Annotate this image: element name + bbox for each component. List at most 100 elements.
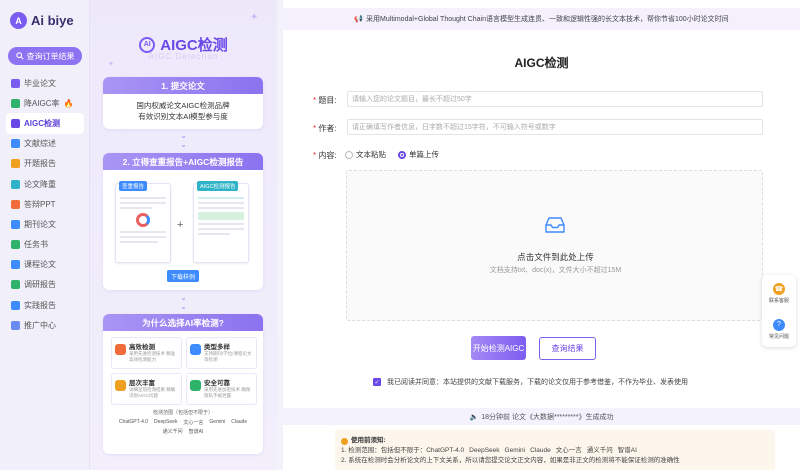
feature-icon — [115, 380, 126, 391]
contact-support-button[interactable]: ☎ 联系客服 — [762, 275, 796, 311]
feature-desc: 支持期刊/学位/课程论文等检测 — [204, 351, 252, 362]
sparkle-icon: ✦ — [108, 61, 114, 68]
sidebar-item[interactable]: 课程论文 — [6, 255, 84, 275]
title-label: * 题目: — [313, 96, 337, 105]
inbox-icon — [545, 217, 565, 233]
sidebar-item[interactable]: 任务书 — [6, 235, 84, 255]
promo-subtitle: AIGC Detection — [148, 52, 219, 61]
model-item: Claude — [231, 419, 248, 425]
sidebar-item-label: 答辩PPT — [24, 199, 56, 209]
nav-item-icon — [11, 320, 20, 330]
sidebar-item-label: 推广中心 — [24, 320, 56, 330]
sidebar-item-label: 期刊论文 — [24, 219, 56, 229]
sidebar-item-label: 调研报告 — [24, 280, 56, 290]
step-report-card: 2. 立得查重报告+AIGC检测报告 查重报告 + AIGC检测报告 下载样例 — [103, 153, 263, 290]
scope-title: 检测范围（包括但不限于） — [152, 410, 213, 416]
notice-line2: 2. 系统在检测时会分析论文的上下文关系，所以请您提交论文正文内容，如果是非正文… — [341, 457, 680, 464]
logo[interactable]: A Ai biye — [10, 12, 74, 29]
notice-model-list: ChatGPT-4.0 DeepSeek Gemini Claude 文心一言 通义千问智… — [426, 446, 637, 456]
feature-title: 类型多样 — [204, 344, 230, 351]
notice-model-item: 文心一言 — [555, 447, 582, 454]
ai-logo-icon: AI — [139, 36, 156, 53]
author-label: * 作者: — [313, 124, 337, 133]
feature-title: 层次丰富 — [129, 380, 155, 387]
download-sample-button[interactable]: 下载样例 — [167, 270, 199, 282]
sidebar-item[interactable]: 论文降重 — [6, 174, 84, 194]
floating-help-panel: ☎ 联系客服 ? 常见问题 — [762, 275, 796, 347]
content-label: * 内容: — [313, 151, 337, 160]
contact-support-label: 联系客服 — [768, 297, 789, 304]
sidebar-item-label: 开题报告 — [24, 159, 56, 169]
sidebar-item[interactable]: 答辩PPT — [6, 194, 84, 214]
megaphone-icon: 📢 — [354, 16, 364, 23]
notice-model-item: DeepSeek — [469, 447, 500, 454]
nav-item-icon — [11, 159, 20, 169]
step-submit-line1: 国内权威论文AIGC检测品牌 — [136, 101, 230, 110]
sidebar-item[interactable]: 开题报告 — [6, 154, 84, 174]
sidebar-item-label: 课程论文 — [24, 260, 56, 270]
promo-panel: ✦ ✦ AI AIGC检测 AIGC Detection 1. 提交论文 国内权… — [90, 0, 277, 470]
model-item: 智谱AI — [188, 429, 204, 435]
search-icon — [15, 52, 24, 60]
plagiarism-report-tag: 查重报告 — [119, 181, 148, 191]
sidebar-item[interactable]: AIGC检测 — [6, 113, 84, 134]
content-mode-radio[interactable]: 单篇上传 — [398, 149, 439, 160]
nav-item-icon — [11, 219, 20, 229]
step-submit-card: 1. 提交论文 国内权威论文AIGC检测品牌 有效识别文本AI模型参与度 — [103, 77, 263, 129]
feature-card: 层次丰富 详细呈现检测结果 精确识别AIGC问题 — [111, 373, 182, 405]
aigc-report-thumb: AIGC检测报告 — [193, 181, 249, 263]
sidebar: A Ai biye 查询订单结果 毕业论文 降AIGC率 🔥 AIGC检测 文献综述 开题… — [0, 0, 90, 470]
query-result-button[interactable]: 查询结果 — [539, 337, 596, 360]
sidebar-item-label: 实践报告 — [24, 300, 56, 310]
author-input[interactable]: 请正确填写作者信息，日字数不超过15字符，不可输入符号或数字 — [347, 119, 763, 135]
nav-item-icon — [11, 179, 20, 189]
sidebar-item[interactable]: 实践报告 — [6, 295, 84, 315]
feature-title: 高效检测 — [129, 344, 155, 351]
step-submit-title: 1. 提交论文 — [103, 77, 263, 94]
chevron-down-icon: ⌄ ⌄ — [180, 293, 187, 311]
aigc-report-tag: AIGC检测报告 — [197, 181, 239, 191]
content-mode-radio[interactable]: 文本粘贴 — [345, 149, 386, 160]
sidebar-item[interactable]: 期刊论文 — [6, 214, 84, 234]
sidebar-item[interactable]: 文献综述 — [6, 134, 84, 154]
sidebar-item[interactable]: 毕业论文 — [6, 73, 84, 93]
question-icon: ? — [773, 318, 785, 331]
nav-item-icon — [11, 300, 20, 310]
radio-dot — [345, 150, 353, 159]
headset-icon: ☎ — [773, 282, 785, 295]
notice-model-item: Gemini — [504, 447, 526, 454]
faq-button[interactable]: ? 常见问题 — [762, 311, 796, 347]
upload-hint: 文档支持txt、doc(x)，文件大小不超过15M — [489, 267, 622, 274]
title-input[interactable]: 请输入您的论文题目，最长不超过50字 — [347, 91, 763, 107]
feature-card: 高效检测 采用先进检测技术 精准高效检测能力 — [111, 337, 182, 369]
content-mode-radio-group: 文本粘贴 单篇上传 — [345, 149, 439, 160]
radio-label: 文本粘贴 — [356, 150, 386, 159]
notice-model-item: Claude — [530, 447, 551, 454]
feature-desc: 采用先进检测技术 精准高效检测能力 — [129, 351, 176, 362]
notice-title: 使用前须知: — [351, 437, 386, 444]
sidebar-item[interactable]: 降AIGC率 🔥 — [6, 93, 84, 113]
sidebar-item[interactable]: 推广中心 — [6, 315, 84, 335]
hot-fire-icon: 🔥 — [63, 98, 74, 108]
start-detection-button[interactable]: 开始检测AIGC — [471, 336, 526, 360]
faq-label: 常见问题 — [768, 333, 789, 340]
agree-checkbox[interactable]: ✓ — [373, 378, 381, 386]
sidebar-item-label: 论文降重 — [24, 179, 56, 189]
sidebar-item-label: 降AIGC率 — [24, 98, 60, 108]
feature-grid: 高效检测 采用先进检测技术 精准高效检测能力 类型多样 支持期刊/学位/课程论文等检测… — [103, 331, 263, 405]
model-item: 文心一言 — [183, 420, 204, 426]
plagiarism-report-thumb: 查重报告 — [115, 181, 171, 263]
upload-dropzone[interactable]: 点击文件到此处上传 文档支持txt、doc(x)，文件大小不超过15M — [346, 170, 763, 321]
query-order-button[interactable]: 查询订单结果 — [8, 47, 82, 65]
feature-icon — [190, 344, 201, 355]
nav-item-icon — [11, 260, 20, 270]
sidebar-item-label: 任务书 — [24, 240, 48, 250]
model-item: 通义千问 — [162, 429, 183, 435]
model-item: ChatGPT-4.0 — [118, 419, 149, 425]
success-ticker: 🔈 18分钟前 论文《大数据*********》生成成功 — [283, 408, 800, 425]
success-text: 18分钟前 论文《大数据*********》生成成功 — [481, 413, 614, 421]
sidebar-item[interactable]: 调研报告 — [6, 275, 84, 295]
sidebar-item-label: 文献综述 — [24, 139, 56, 149]
app-name: Ai biye — [31, 13, 74, 28]
model-item: Gemini — [209, 419, 226, 425]
